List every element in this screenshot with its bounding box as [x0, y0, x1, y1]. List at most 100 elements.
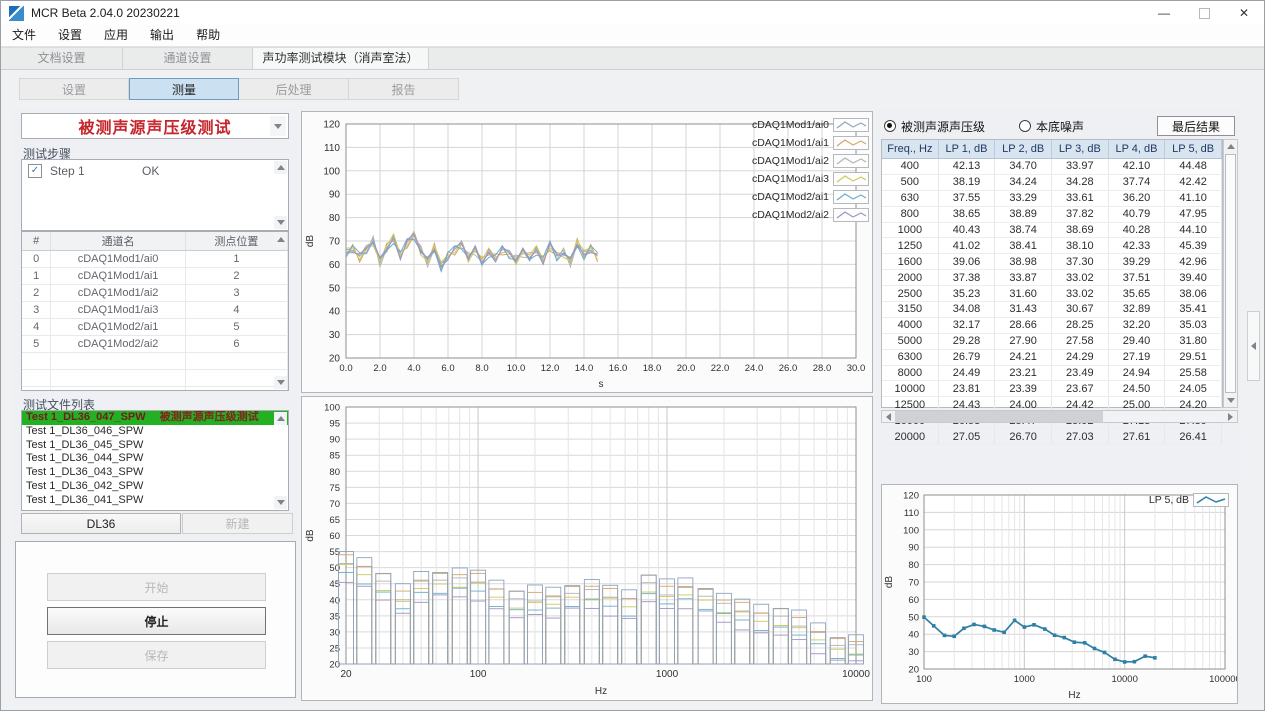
legend-item: cDAQ1Mod2/ai1 — [752, 188, 869, 206]
file-name: Test 1_DL36_041_SPW — [26, 494, 143, 506]
menu-item-4[interactable]: 帮助 — [185, 25, 231, 46]
scroll-down-icon[interactable] — [274, 496, 287, 509]
table-row[interactable]: 315034.0831.4330.6732.8935.41 — [882, 302, 1222, 318]
tab-声功率测试模块（消声室法）[interactable]: 声功率测试模块（消声室法） — [253, 48, 429, 69]
table-row[interactable]: 630026.7924.2124.2927.1929.51 — [882, 349, 1222, 365]
table-row[interactable]: 250035.2331.6033.0235.6538.06 — [882, 286, 1222, 302]
chevron-down-icon[interactable] — [270, 116, 286, 136]
scroll-down-icon[interactable] — [1224, 395, 1237, 406]
panel-collapse-handle[interactable] — [1247, 311, 1260, 381]
tab-通道设置[interactable]: 通道设置 — [123, 48, 253, 69]
table-row[interactable]: 5cDAQ1Mod2/ai26 — [22, 336, 288, 353]
lp-table-horizontal-scrollbar[interactable] — [881, 410, 1238, 423]
list-item[interactable]: Test 1_DL36_046_SPW — [22, 425, 288, 439]
new-file-button[interactable]: 新建 — [182, 513, 293, 534]
column-header: 通道名 — [51, 232, 186, 251]
table-row[interactable]: 0cDAQ1Mod1/ai01 — [22, 251, 288, 268]
scroll-down-icon[interactable] — [274, 216, 287, 229]
table-row[interactable]: 800024.4923.2123.4924.9425.58 — [882, 365, 1222, 381]
list-item[interactable]: Test 1_DL36_045_SPW — [22, 439, 288, 453]
maximize-button[interactable] — [1184, 1, 1224, 25]
tab-测量[interactable]: 测量 — [129, 78, 239, 100]
close-button[interactable]: ✕ — [1224, 1, 1264, 25]
cell: 26.70 — [995, 429, 1052, 445]
file-name: Test 1_DL36_043_SPW — [26, 466, 143, 478]
table-row[interactable]: 1000023.8123.3923.6724.5024.05 — [882, 381, 1222, 397]
tab-文档设置[interactable]: 文档设置 — [1, 48, 123, 69]
test-type-selector[interactable]: 被测声源声压级测试 — [21, 113, 289, 139]
svg-text:110: 110 — [904, 508, 919, 519]
table-row[interactable]: 125041.0238.4138.1042.3345.39 — [882, 238, 1222, 254]
test-file-list[interactable]: Test 1_DL36_047_SPW被测声源声压级测试Test 1_DL36_… — [21, 410, 289, 511]
table-row[interactable]: 40042.1334.7033.9742.1044.48 — [882, 159, 1222, 175]
tab-报告[interactable]: 报告 — [349, 78, 459, 100]
list-item[interactable]: Test 1_DL36_044_SPW — [22, 452, 288, 466]
scroll-left-icon[interactable] — [882, 411, 895, 422]
cell: 29.40 — [1108, 333, 1165, 349]
checkbox-icon[interactable]: ✓ — [28, 164, 42, 178]
svg-text:110: 110 — [324, 143, 340, 154]
cell: 0 — [22, 251, 51, 268]
project-button[interactable]: DL36 — [21, 513, 181, 534]
table-row[interactable]: 4cDAQ1Mod2/ai15 — [22, 319, 288, 336]
minimize-button[interactable]: — — [1144, 1, 1184, 25]
cell: 40.79 — [1108, 206, 1165, 222]
list-item[interactable]: Test 1_DL36_043_SPW — [22, 466, 288, 480]
radio-button-icon[interactable] — [1019, 120, 1031, 132]
cell: 23.81 — [938, 381, 995, 397]
table-row[interactable]: 400032.1728.6628.2532.2035.03 — [882, 317, 1222, 333]
svg-text:6.0: 6.0 — [441, 363, 454, 374]
final-result-button[interactable]: 最后结果 — [1157, 116, 1235, 136]
svg-text:100: 100 — [916, 674, 932, 685]
scroll-down-icon[interactable] — [274, 376, 287, 389]
table-row[interactable]: 3cDAQ1Mod1/ai34 — [22, 302, 288, 319]
table-row[interactable]: 160039.0638.9837.3039.2942.96 — [882, 254, 1222, 270]
scroll-right-icon[interactable] — [1224, 411, 1237, 422]
scroll-up-icon[interactable] — [274, 233, 287, 246]
list-item[interactable]: Test 1_DL36_041_SPW — [22, 494, 288, 508]
tab-后处理[interactable]: 后处理 — [239, 78, 349, 100]
lp-table-vertical-scrollbar[interactable] — [1223, 139, 1238, 408]
table-row[interactable]: 80038.6538.8937.8240.7947.95 — [882, 206, 1222, 222]
cell: 33.97 — [1051, 159, 1108, 175]
table-row[interactable]: 1cDAQ1Mod1/ai12 — [22, 268, 288, 285]
scroll-up-icon[interactable] — [1224, 141, 1237, 152]
table-row-empty — [22, 370, 288, 387]
table-row[interactable]: 2000027.0526.7027.0327.6126.41 — [882, 429, 1222, 445]
scroll-up-icon[interactable] — [274, 412, 287, 425]
table-row[interactable]: 200037.3833.8733.0237.5139.40 — [882, 270, 1222, 286]
radio-option[interactable]: 本底噪声 — [1019, 118, 1084, 135]
cell: 38.41 — [995, 238, 1052, 254]
radio-button-icon[interactable] — [884, 120, 896, 132]
list-item[interactable]: Test 1_DL36_042_SPW — [22, 480, 288, 494]
stop-button[interactable]: 停止 — [47, 607, 266, 635]
scrollbar-thumb[interactable] — [1225, 154, 1236, 393]
menu-item-3[interactable]: 输出 — [139, 25, 185, 46]
menu-item-2[interactable]: 应用 — [93, 25, 139, 46]
table-row[interactable]: 500029.2827.9027.5829.4031.80 — [882, 333, 1222, 349]
step-list[interactable]: ✓Step 1OK — [21, 159, 289, 231]
tab-设置[interactable]: 设置 — [19, 78, 129, 100]
svg-text:90: 90 — [908, 543, 919, 554]
scroll-up-icon[interactable] — [274, 161, 287, 174]
start-button[interactable]: 开始 — [47, 573, 266, 601]
file-name: Test 1_DL36_044_SPW — [26, 452, 143, 464]
table-row[interactable]: 100040.4338.7438.6940.2844.10 — [882, 222, 1222, 238]
step-list-item[interactable]: ✓Step 1OK — [22, 160, 288, 180]
svg-text:2.0: 2.0 — [373, 363, 386, 374]
table-row[interactable]: 2cDAQ1Mod1/ai23 — [22, 285, 288, 302]
radio-label: 被测声源声压级 — [901, 118, 985, 135]
radio-option[interactable]: 被测声源声压级 — [884, 118, 985, 135]
menu-item-1[interactable]: 设置 — [47, 25, 93, 46]
legend-line-sample — [833, 136, 869, 150]
menu-item-0[interactable]: 文件 — [1, 25, 47, 46]
list-item[interactable]: Test 1_DL36_047_SPW被测声源声压级测试 — [22, 411, 288, 425]
cell: 20000 — [882, 429, 938, 445]
scrollbar-thumb[interactable] — [895, 411, 1103, 422]
column-header: LP 1, dB — [938, 140, 995, 159]
svg-text:10000: 10000 — [1111, 674, 1137, 685]
save-button[interactable]: 保存 — [47, 641, 266, 669]
table-row[interactable]: 50038.1934.2434.2837.7442.42 — [882, 174, 1222, 190]
cell: 33.29 — [995, 190, 1052, 206]
table-row[interactable]: 63037.5533.2933.6136.2041.10 — [882, 190, 1222, 206]
